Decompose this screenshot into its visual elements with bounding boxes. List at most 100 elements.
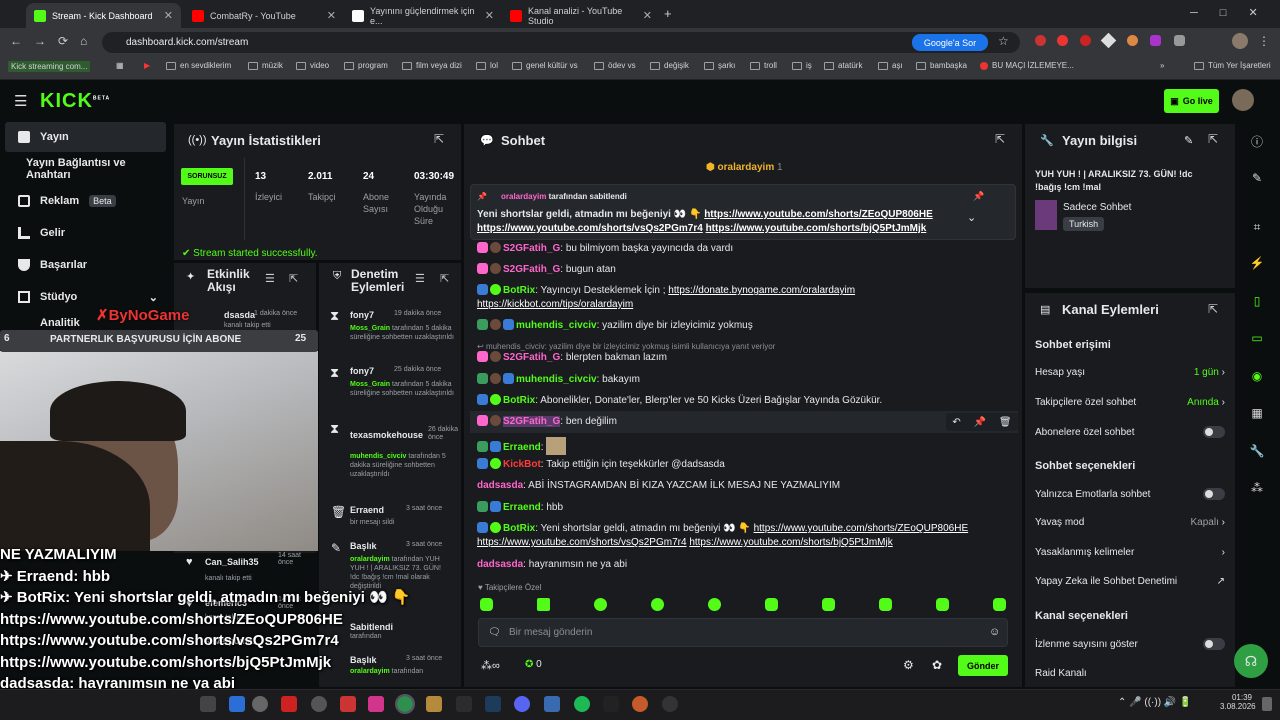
chat-message[interactable]: Erraend: hbb <box>477 501 1017 515</box>
broadcast-icon[interactable]: ◉ <box>1240 363 1274 389</box>
emote-icon[interactable] <box>594 598 607 611</box>
kick-logo[interactable]: KICKBETA <box>40 90 110 113</box>
chat-icon[interactable]: ▭ <box>1240 325 1274 351</box>
chevron-down-icon[interactable]: ⌄ <box>967 211 976 224</box>
taskbar-app-icon[interactable] <box>200 696 216 712</box>
taskbar-app-icon[interactable] <box>311 696 327 712</box>
youtube-bookmark-icon[interactable]: ▶ <box>144 61 150 70</box>
taskbar-spotify-icon[interactable] <box>574 696 590 712</box>
url-field[interactable]: dashboard.kick.com/stream <box>102 32 1020 53</box>
extension-icon[interactable] <box>1035 35 1046 46</box>
send-button[interactable]: Gönder <box>958 655 1008 676</box>
taskbar-app-icon[interactable] <box>229 696 245 712</box>
account-age-row[interactable]: Hesap yaşı 1 gün › <box>1035 367 1225 378</box>
support-headset-icon[interactable]: ☊ <box>1234 644 1268 678</box>
gear-icon[interactable]: ⚙ <box>903 658 914 672</box>
ai-mod-row[interactable]: Yapay Zeka ile Sohbet Denetimi ↗ <box>1035 576 1225 587</box>
chat-message[interactable]: Erraend: <box>477 437 1017 455</box>
chat-username[interactable]: dadsasda <box>477 559 523 570</box>
chat-username[interactable]: S2GFatih_G <box>503 352 560 363</box>
popout-icon[interactable]: ⇱ <box>434 132 444 146</box>
all-bookmarks[interactable]: Tüm Yer İşaretleri <box>1194 61 1271 70</box>
chat-message[interactable]: dadsasda: hayranımsın ne ya abi <box>477 558 1017 572</box>
extension-icon[interactable] <box>1150 35 1161 46</box>
phone-icon[interactable]: ▯ <box>1240 288 1274 314</box>
slow-mode-row[interactable]: Yavaş mod Kapalı › <box>1035 517 1225 528</box>
emote-icon[interactable] <box>993 598 1006 611</box>
points-display[interactable]: ✪ 0 <box>525 659 542 670</box>
clock[interactable]: 01:39 3.08.2026 <box>1220 693 1256 711</box>
close-icon[interactable]: ✕ <box>485 9 494 22</box>
chat-link[interactable]: https://donate.bynogame.com/oralardayim <box>668 285 855 296</box>
tab-youtube-studio[interactable]: Kanal analizi - YouTube Studio ✕ <box>502 3 660 28</box>
taskbar-app-icon[interactable] <box>544 696 560 712</box>
reply-icon[interactable]: ↶ <box>952 417 960 428</box>
notification-icon[interactable] <box>1262 697 1272 711</box>
bookmark-kick[interactable]: Kick streaming com... <box>8 61 91 72</box>
bookmark-folder[interactable]: müzik <box>248 61 283 70</box>
bookmark-folder[interactable]: değişik <box>650 61 689 70</box>
nav-item-ads[interactable]: Reklam Beta <box>0 186 172 216</box>
chat-username[interactable]: S2GFatih_G <box>503 264 560 275</box>
chat-username[interactable]: S2GFatih_G <box>503 416 561 427</box>
subs-chat-row[interactable]: Abonelere özel sohbet <box>1035 426 1225 438</box>
popout-icon[interactable]: ⇱ <box>1208 302 1218 316</box>
chat-username[interactable]: dadsasda <box>477 480 523 491</box>
emote-icon[interactable] <box>708 598 721 611</box>
taskbar-app-icon[interactable] <box>632 696 648 712</box>
chat-link[interactable]: https://www.youtube.com/shorts/vsQs2PGm7… <box>477 537 687 548</box>
chat-message[interactable]: BotRix: Abonelikler, Donate'ler, Blerp'l… <box>477 394 1017 408</box>
nav-item-stream-key[interactable]: Yayın Bağlantısı ve Anahtarı <box>0 154 172 184</box>
extension-icon[interactable] <box>1080 35 1091 46</box>
taskbar-app-icon[interactable] <box>340 696 356 712</box>
emote-icon[interactable] <box>765 598 778 611</box>
popout-icon[interactable]: ⇱ <box>995 132 1005 146</box>
popout-icon[interactable]: ⇱ <box>289 272 298 285</box>
chat-username[interactable]: S2GFatih_G <box>503 243 560 254</box>
pinned-link[interactable]: https://www.youtube.com/shorts/vsQs2PGm7… <box>477 223 703 234</box>
taskbar-app-icon[interactable] <box>368 696 384 712</box>
chat-message[interactable]: BotRix: Yeni shortslar geldi, atmadın mı… <box>477 522 1017 550</box>
bookmark-folder[interactable]: aşı <box>878 61 903 70</box>
taskbar-app-icon[interactable] <box>662 696 678 712</box>
community-icon[interactable]: ⁂ <box>1240 475 1274 501</box>
taskbar-app-icon[interactable] <box>252 696 268 712</box>
filter-icon[interactable]: ☰ <box>265 272 275 285</box>
crop-icon[interactable]: ⌗ <box>1240 214 1274 240</box>
wrench-icon[interactable]: 🔧 <box>1240 438 1274 464</box>
chat-message[interactable]: S2GFatih_G: bu bilmiyom başka yayıncıda … <box>477 242 1017 256</box>
close-icon[interactable]: ✕ <box>327 9 336 22</box>
chat-message[interactable]: S2GFatih_G: bugun atan <box>477 263 1017 277</box>
close-icon[interactable]: ✕ <box>164 9 173 22</box>
taskbar-app-icon[interactable] <box>603 696 619 712</box>
chat-message[interactable]: S2GFatih_G: ben değilim <box>477 415 1017 429</box>
pinned-link[interactable]: https://www.youtube.com/shorts/bjQ5PtJmM… <box>706 223 927 234</box>
chat-message[interactable]: S2GFatih_G: blerpten bakman lazım <box>477 351 1017 365</box>
chat-username[interactable]: muhendis_civciv <box>516 320 597 331</box>
raid-row[interactable]: Raid Kanalı <box>1035 668 1225 679</box>
chat-link[interactable]: https://kickbot.com/tips/oralardayim <box>477 299 633 310</box>
tray-icons[interactable]: ⌃ 🎤 ((·)) 🔊 🔋 <box>1118 697 1192 708</box>
chat-input[interactable]: 🗨 Bir mesaj gönderin ☺ <box>478 618 1008 647</box>
nav-item-stream[interactable]: Yayın <box>5 122 166 152</box>
emote-icon[interactable] <box>822 598 835 611</box>
tab-boost[interactable]: Yayınını güçlendirmek için e... ✕ <box>344 3 502 28</box>
unpin-icon[interactable]: 📌 <box>973 191 984 202</box>
info-icon[interactable]: ⓘ <box>1240 128 1274 154</box>
emote-icon[interactable] <box>879 598 892 611</box>
show-viewers-toggle[interactable] <box>1203 638 1225 650</box>
followers-chat-row[interactable]: Takipçilere özel sohbet Anında › <box>1035 397 1225 408</box>
subs-chat-toggle[interactable] <box>1203 426 1225 438</box>
chat-username[interactable]: muhendis_civciv <box>516 374 597 385</box>
chat-username[interactable]: BotRix <box>503 523 535 534</box>
chat-username[interactable]: BotRix <box>503 395 535 406</box>
bookmark-item[interactable]: BU MAÇI İZLEMEYE... <box>980 61 1074 70</box>
popout-icon[interactable]: ⇱ <box>1208 132 1218 146</box>
emote-only-toggle[interactable] <box>1203 488 1225 500</box>
emote-icon[interactable] <box>936 598 949 611</box>
tab-youtube[interactable]: CombatRy - YouTube ✕ <box>184 3 344 28</box>
chat-message[interactable]: BotRix: Yayıncıyı Desteklemek İçin ; htt… <box>477 284 1017 312</box>
community-icon[interactable]: ⁂∞ <box>481 659 500 672</box>
star-icon[interactable]: ☆ <box>998 34 1009 48</box>
pinned-message[interactable]: 📌 oralardayim tarafından sabitlendi 📌 ⌄ … <box>470 184 1016 240</box>
